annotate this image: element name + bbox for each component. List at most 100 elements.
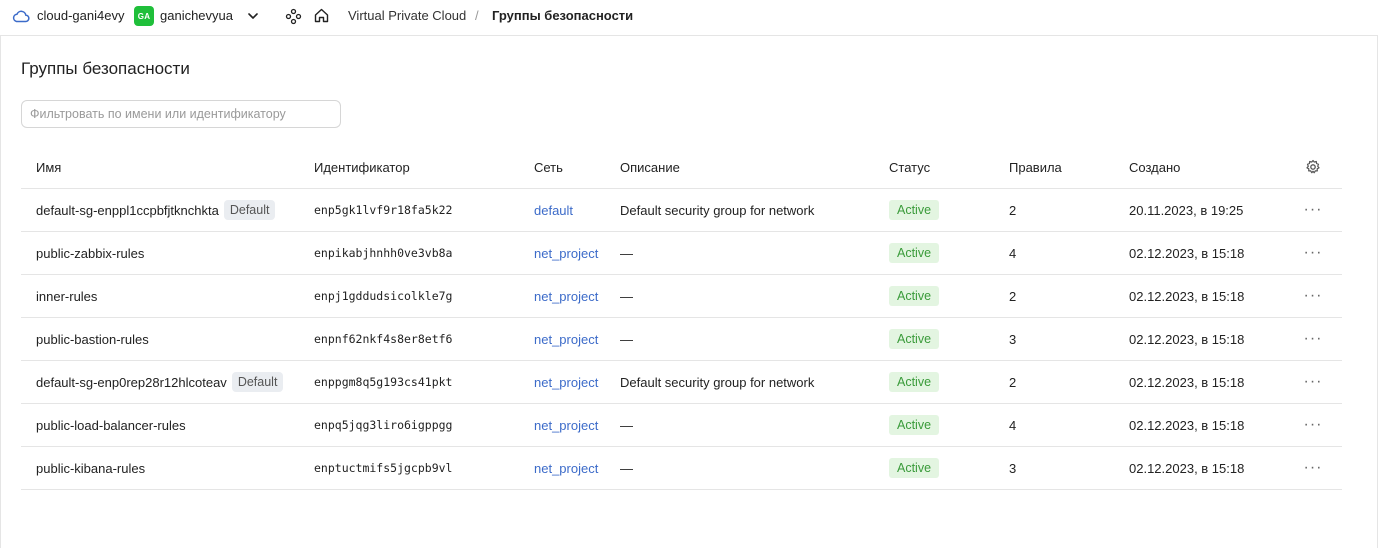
table-row[interactable]: public-kibana-rules enptuctmifs5jgcpb9vl n… — [21, 447, 1342, 490]
row-created: 02.12.2023, в 15:18 — [1129, 288, 1245, 304]
row-description: — — [620, 331, 633, 347]
row-id: enpnf62nkf4s8er8etf6 — [314, 332, 453, 346]
row-created: 02.12.2023, в 15:18 — [1129, 374, 1245, 390]
row-created: 02.12.2023, в 15:18 — [1129, 331, 1245, 347]
row-name-cell: inner-rules — [36, 275, 97, 317]
row-name-cell: public-bastion-rules — [36, 318, 149, 360]
row-status-cell: Active — [889, 232, 940, 274]
column-header-network[interactable]: Сеть — [534, 146, 563, 188]
more-actions-icon[interactable]: ··· — [1304, 202, 1323, 218]
status-badge: Active — [889, 458, 940, 478]
row-created: 02.12.2023, в 15:18 — [1129, 417, 1245, 433]
default-badge: Default — [231, 372, 284, 392]
table-settings[interactable] — [1303, 146, 1323, 188]
network-link[interactable]: net_project — [534, 246, 598, 261]
status-badge: Active — [889, 243, 940, 263]
left-border — [0, 36, 1, 548]
chevron-down-icon[interactable] — [246, 9, 260, 23]
cloud-name[interactable]: cloud-gani4evy — [37, 8, 124, 24]
row-id: enpikabjhnhh0ve3vb8a — [314, 246, 453, 260]
more-actions-icon[interactable]: ··· — [1304, 374, 1323, 390]
row-actions-cell: ··· — [1303, 232, 1323, 274]
more-actions-icon[interactable]: ··· — [1304, 288, 1323, 304]
services-icon[interactable] — [285, 8, 302, 25]
row-name-cell: default-sg-enppl1ccpbfjtknchkta Default — [36, 189, 276, 231]
row-description: — — [620, 245, 633, 261]
row-name[interactable]: public-load-balancer-rules — [36, 418, 186, 433]
more-actions-icon[interactable]: ··· — [1304, 417, 1323, 433]
row-name[interactable]: default-sg-enp0rep28r12hlcoteav — [36, 375, 227, 390]
gear-icon[interactable] — [1305, 159, 1321, 175]
column-header-created[interactable]: Создано — [1129, 146, 1180, 188]
row-rules-count: 3 — [1009, 460, 1017, 476]
row-status-cell: Active — [889, 189, 940, 231]
row-actions-cell: ··· — [1303, 318, 1323, 360]
top-bar: cloud-gani4evy GA ganichevyua Virtual Pr… — [0, 0, 1378, 36]
row-network-cell: net_project — [534, 232, 598, 274]
more-actions-icon[interactable]: ··· — [1304, 245, 1323, 261]
status-badge: Active — [889, 329, 940, 349]
row-status-cell: Active — [889, 404, 940, 446]
home-icon[interactable] — [313, 7, 330, 24]
column-header-rules[interactable]: Правила — [1009, 146, 1062, 188]
status-badge: Active — [889, 200, 940, 220]
row-name-cell: public-zabbix-rules — [36, 232, 144, 274]
table-row[interactable]: public-zabbix-rules enpikabjhnhh0ve3vb8a n… — [21, 232, 1342, 275]
row-network-cell: default — [534, 189, 573, 231]
user-avatar[interactable]: GA — [134, 6, 154, 26]
row-name[interactable]: default-sg-enppl1ccpbfjtknchkta — [36, 203, 219, 218]
row-status-cell: Active — [889, 447, 940, 489]
status-badge: Active — [889, 415, 940, 435]
row-created: 02.12.2023, в 15:18 — [1129, 245, 1245, 261]
row-name[interactable]: public-bastion-rules — [36, 332, 149, 347]
row-id: enppgm8q5g193cs41pkt — [314, 375, 453, 389]
column-header-name[interactable]: Имя — [36, 146, 61, 188]
breadcrumb-service[interactable]: Virtual Private Cloud — [348, 8, 466, 24]
network-link[interactable]: net_project — [534, 461, 598, 476]
user-name[interactable]: ganichevyua — [160, 8, 233, 24]
row-network-cell: net_project — [534, 275, 598, 317]
column-header-id[interactable]: Идентификатор — [314, 146, 410, 188]
row-name-cell: default-sg-enp0rep28r12hlcoteav Default — [36, 361, 284, 403]
row-network-cell: net_project — [534, 318, 598, 360]
row-description: Default security group for network — [620, 374, 815, 390]
row-actions-cell: ··· — [1303, 404, 1323, 446]
more-actions-icon[interactable]: ··· — [1304, 331, 1323, 347]
row-rules-count: 3 — [1009, 331, 1017, 347]
row-name[interactable]: inner-rules — [36, 289, 97, 304]
row-name[interactable]: public-kibana-rules — [36, 461, 145, 476]
row-id: enpj1gddudsicolkle7g — [314, 289, 453, 303]
network-link[interactable]: default — [534, 203, 573, 218]
more-actions-icon[interactable]: ··· — [1304, 460, 1323, 476]
column-header-status[interactable]: Статус — [889, 146, 930, 188]
network-link[interactable]: net_project — [534, 418, 598, 433]
row-name-cell: public-load-balancer-rules — [36, 404, 186, 446]
row-network-cell: net_project — [534, 361, 598, 403]
row-status-cell: Active — [889, 361, 940, 403]
row-rules-count: 4 — [1009, 245, 1017, 261]
network-link[interactable]: net_project — [534, 332, 598, 347]
table-header: Имя Идентификатор Сеть Описание Статус П… — [21, 146, 1342, 189]
table-row[interactable]: default-sg-enppl1ccpbfjtknchkta Default en… — [21, 189, 1342, 232]
network-link[interactable]: net_project — [534, 289, 598, 304]
table-row[interactable]: inner-rules enpj1gddudsicolkle7g net_proje… — [21, 275, 1342, 318]
breadcrumb-current: Группы безопасности — [492, 8, 634, 23]
row-id: enpq5jqg3liro6igppgg — [314, 418, 453, 432]
table-row[interactable]: default-sg-enp0rep28r12hlcoteav Default en… — [21, 361, 1342, 404]
column-header-description[interactable]: Описание — [620, 146, 680, 188]
row-description: Default security group for network — [620, 202, 815, 218]
row-description: — — [620, 417, 633, 433]
row-name-cell: public-kibana-rules — [36, 447, 145, 489]
row-created: 02.12.2023, в 15:18 — [1129, 460, 1245, 476]
row-created: 20.11.2023, в 19:25 — [1129, 202, 1244, 218]
row-rules-count: 2 — [1009, 288, 1017, 304]
row-rules-count: 2 — [1009, 374, 1017, 390]
row-network-cell: net_project — [534, 447, 598, 489]
table-row[interactable]: public-load-balancer-rules enpq5jqg3liro6… — [21, 404, 1342, 447]
row-name[interactable]: public-zabbix-rules — [36, 246, 144, 261]
filter-input[interactable] — [21, 100, 341, 128]
row-status-cell: Active — [889, 318, 940, 360]
network-link[interactable]: net_project — [534, 375, 598, 390]
default-badge: Default — [223, 200, 276, 220]
table-row[interactable]: public-bastion-rules enpnf62nkf4s8er8etf6… — [21, 318, 1342, 361]
